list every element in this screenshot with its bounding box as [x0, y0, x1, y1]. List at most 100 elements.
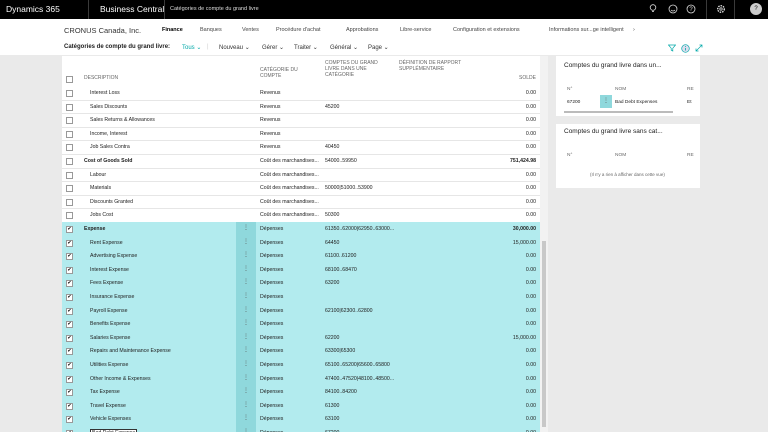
- filter-view-button[interactable]: Tous ⌄: [182, 44, 201, 51]
- nav-libre-service[interactable]: Libre-service: [400, 27, 431, 33]
- table-row[interactable]: ✔ Rent Expense ⋮ Dépenses 64450 15,000.00: [62, 235, 540, 251]
- table-row[interactable]: ✔ Benefits Expense ⋮ Dépenses 0.00: [62, 317, 540, 332]
- row-menu-icon[interactable]: ⋮: [236, 262, 256, 277]
- row-balance[interactable]: 0.00: [472, 376, 536, 382]
- row-balance[interactable]: 30,000.00: [472, 226, 536, 232]
- row-menu-icon[interactable]: ⋮: [236, 317, 256, 331]
- table-row[interactable]: Labour Coût des marchandises... 0.00: [62, 168, 540, 183]
- row-balance[interactable]: 0.00: [472, 280, 536, 286]
- row-balance[interactable]: 0.00: [472, 172, 536, 178]
- table-row[interactable]: ✔ Insurance Expense ⋮ Dépenses 0.00: [62, 290, 540, 305]
- row-accounts[interactable]: 50300: [325, 212, 397, 218]
- row-accounts[interactable]: 63300|65300: [325, 348, 397, 354]
- nav-finance[interactable]: Finance: [162, 27, 183, 33]
- row-balance[interactable]: 0.00: [472, 294, 536, 300]
- row-menu-icon[interactable]: ⋮: [236, 330, 256, 345]
- row-checkbox[interactable]: ✔: [66, 280, 73, 288]
- row-description[interactable]: Labour: [90, 172, 235, 178]
- row-checkbox[interactable]: ✔: [66, 226, 73, 233]
- table-row[interactable]: Job Sales Contra Revenus 40450 0.00: [62, 140, 540, 155]
- product-name[interactable]: Dynamics 365: [6, 4, 60, 14]
- table-row[interactable]: ✔Bad Debt Expense⋮Dépenses672000.00: [62, 426, 540, 432]
- row-description[interactable]: Repairs and Maintenance Expense: [90, 348, 235, 354]
- row-description[interactable]: Materials: [90, 185, 235, 191]
- gear-icon[interactable]: [716, 4, 726, 14]
- nav-approbations[interactable]: Approbations: [346, 27, 378, 33]
- table-row[interactable]: Sales Discounts Revenus 45200 0.00: [62, 100, 540, 115]
- company-name[interactable]: CRONUS Canada, Inc.: [64, 26, 141, 35]
- factbox-title[interactable]: Comptes du grand livre sans cat...: [564, 128, 663, 135]
- table-row[interactable]: Jobs Cost Coût des marchandises... 50300 0.…: [62, 208, 540, 223]
- row-checkbox[interactable]: [66, 171, 73, 179]
- table-row[interactable]: ✔ Expense ⋮ Dépenses 61350..62000|62950..630…: [62, 222, 540, 237]
- row-balance[interactable]: 0.00: [472, 308, 536, 314]
- row-accounts[interactable]: 84100..84200: [325, 389, 397, 395]
- row-checkbox[interactable]: ✔: [66, 402, 73, 410]
- row-description[interactable]: Cost of Goods Sold: [84, 158, 229, 164]
- nav-banques[interactable]: Banques: [200, 27, 222, 33]
- row-description[interactable]: Jobs Cost: [90, 212, 235, 218]
- info-icon[interactable]: [681, 44, 690, 55]
- row-checkbox[interactable]: [66, 212, 73, 220]
- row-menu-icon[interactable]: ⋮: [236, 249, 256, 263]
- factbox-row-no[interactable]: 67200: [567, 100, 580, 105]
- column-accounts[interactable]: COMPTES DU GRAND LIVRE DANS UNE CATÉGORI…: [325, 60, 391, 78]
- row-balance[interactable]: 0.00: [472, 321, 536, 327]
- table-row[interactable]: ✔ Salaries Expense ⋮ Dépenses 62200 15,000.00: [62, 330, 540, 346]
- row-description[interactable]: Tax Expense: [90, 389, 235, 395]
- row-description[interactable]: Job Sales Contra: [90, 144, 235, 150]
- row-menu-icon[interactable]: ⋮: [236, 222, 256, 236]
- traiter-button[interactable]: Traiter ⌄: [294, 44, 318, 51]
- general-button[interactable]: Général ⌄: [330, 44, 358, 51]
- row-balance[interactable]: 0.00: [472, 253, 536, 259]
- row-description[interactable]: Fees Expense: [90, 280, 235, 286]
- table-row[interactable]: ✔ Interest Expense ⋮ Dépenses 68100..68470 0.…: [62, 262, 540, 278]
- row-menu-icon[interactable]: ⋮: [236, 303, 256, 318]
- row-accounts[interactable]: 47400..47520|48100..48500...: [325, 376, 397, 382]
- row-description[interactable]: Rent Expense: [90, 240, 235, 246]
- row-accounts[interactable]: 63100: [325, 416, 397, 422]
- table-row[interactable]: ✔ Repairs and Maintenance Expense ⋮ Dépense…: [62, 344, 540, 359]
- nav-informations[interactable]: Informations sur...ge intelligent: [549, 27, 624, 33]
- row-checkbox[interactable]: [66, 144, 73, 152]
- row-description[interactable]: Advertising Expense: [90, 253, 235, 259]
- row-checkbox[interactable]: ✔: [66, 253, 73, 261]
- horizontal-scrollbar[interactable]: [564, 111, 673, 113]
- row-balance[interactable]: 0.00: [472, 90, 536, 96]
- row-checkbox[interactable]: ✔: [66, 239, 73, 247]
- table-row[interactable]: Interest Loss Revenus 0.00: [62, 86, 540, 101]
- row-menu-icon[interactable]: ⋮: [236, 398, 256, 413]
- table-row[interactable]: Discounts Granted Coût des marchandises..…: [62, 195, 540, 210]
- table-row[interactable]: ✔ Advertising Expense ⋮ Dépenses 61100..6120…: [62, 249, 540, 264]
- gerer-button[interactable]: Gérer ⌄: [262, 44, 284, 51]
- table-row[interactable]: ✔ Utilities Expense ⋮ Dépenses 65100..65200|…: [62, 358, 540, 373]
- row-description[interactable]: Insurance Expense: [90, 294, 235, 300]
- row-description[interactable]: Income, Interest: [90, 131, 235, 137]
- row-accounts[interactable]: 54000..59950: [325, 158, 397, 164]
- row-checkbox[interactable]: ✔: [66, 266, 73, 274]
- row-accounts[interactable]: 64450: [325, 240, 397, 246]
- row-menu-icon[interactable]: ⋮: [236, 412, 256, 426]
- row-balance[interactable]: 0.00: [472, 362, 536, 368]
- row-accounts[interactable]: 62100|62300..62800: [325, 308, 397, 314]
- column-report-definition[interactable]: DÉFINITION DE RAPPORT SUPPLÉMENTAIRE: [399, 60, 465, 72]
- row-balance[interactable]: 0.00: [472, 403, 536, 409]
- row-checkbox[interactable]: [66, 185, 73, 193]
- nouveau-button[interactable]: Nouveau ⌄: [219, 44, 250, 51]
- select-all-checkbox[interactable]: [66, 76, 73, 83]
- row-balance[interactable]: 0.00: [472, 348, 536, 354]
- row-accounts[interactable]: 61100..61200: [325, 253, 397, 259]
- row-balance[interactable]: 751,424.98: [472, 158, 536, 164]
- row-description[interactable]: Benefits Expense: [90, 321, 235, 327]
- row-menu-icon[interactable]: ⋮: [236, 371, 256, 386]
- smiley-icon[interactable]: [668, 4, 678, 14]
- row-checkbox[interactable]: ✔: [66, 334, 73, 342]
- column-description[interactable]: DESCRIPTION: [84, 75, 118, 81]
- row-balance[interactable]: 0.00: [472, 117, 536, 123]
- row-accounts[interactable]: 63200: [325, 280, 397, 286]
- row-description[interactable]: Utilities Expense: [90, 362, 235, 368]
- row-balance[interactable]: 0.00: [472, 104, 536, 110]
- row-balance[interactable]: 0.00: [472, 267, 536, 273]
- row-menu-icon[interactable]: ⋮: [600, 95, 612, 108]
- row-checkbox[interactable]: ✔: [66, 307, 73, 315]
